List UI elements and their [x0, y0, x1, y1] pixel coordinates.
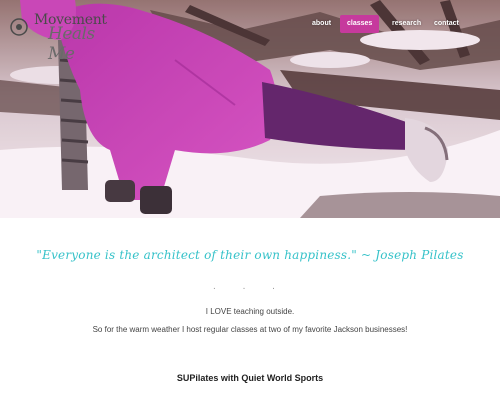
intro-paragraph: I LOVE teaching outside.: [205, 307, 295, 316]
section-title: SUPilates with Quiet World Sports: [176, 373, 324, 383]
classes-paragraph: So for the warm weather I host regular c…: [92, 325, 408, 334]
nav-link-about[interactable]: about: [312, 15, 331, 33]
section-separator: . . .: [213, 281, 287, 292]
logo-mark-icon: [10, 18, 28, 36]
nav-link-classes[interactable]: classes: [340, 15, 380, 33]
nav-link-research[interactable]: research: [392, 15, 421, 33]
logo-text-heals-me: Heals Me: [48, 24, 95, 64]
site-logo[interactable]: Movement Heals Me: [4, 4, 124, 64]
pilates-quote: "Everyone is the architect of their own …: [36, 248, 464, 262]
hero-banner: Movement Heals Me about classes research…: [0, 0, 500, 218]
nav-link-contact[interactable]: contact: [434, 15, 459, 33]
